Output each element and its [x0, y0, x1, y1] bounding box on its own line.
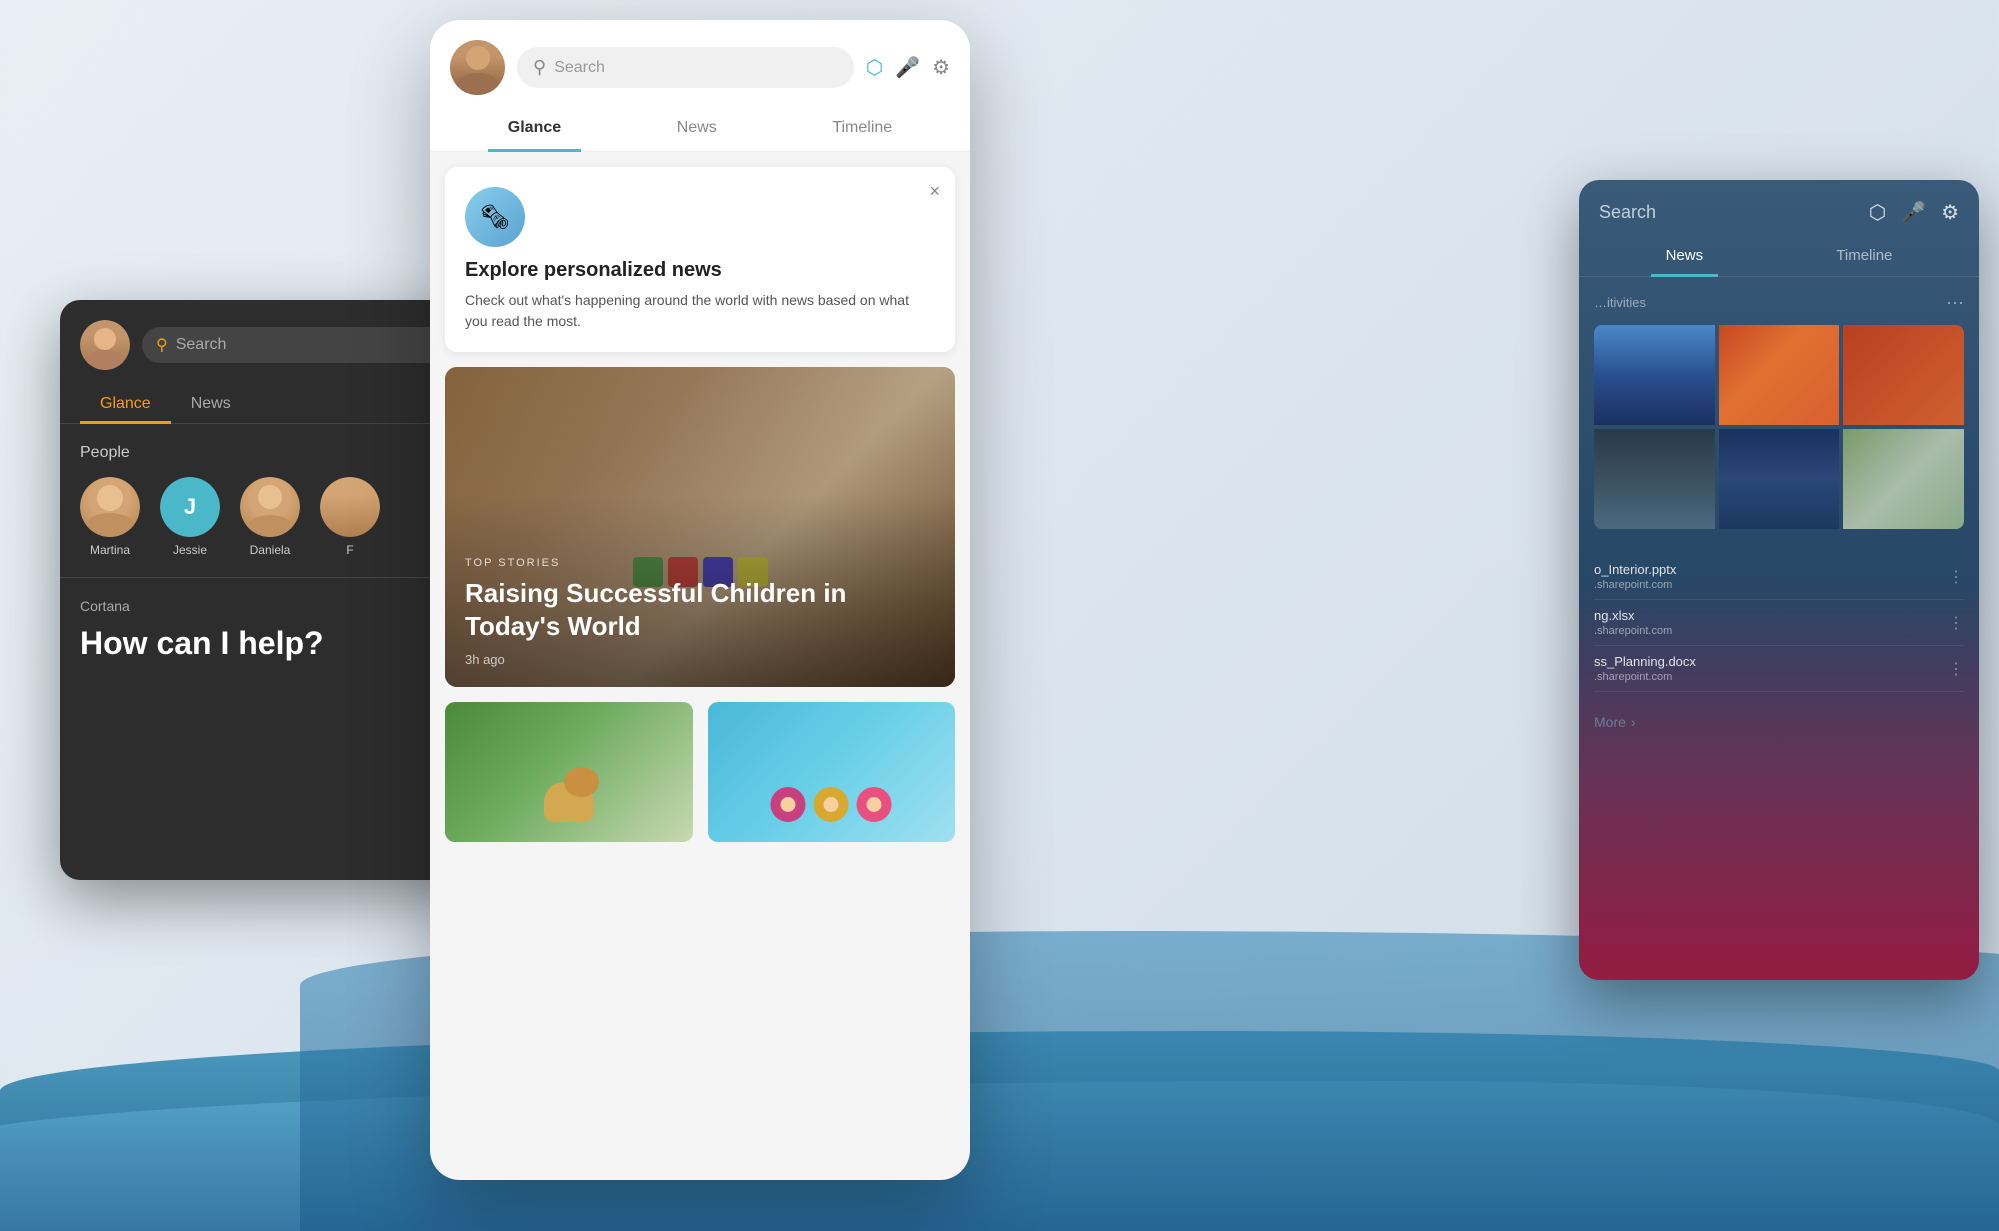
photo-mountains[interactable] [1594, 325, 1715, 425]
photo-autumn[interactable] [1719, 325, 1840, 425]
right-tab-bar: News Timeline [1579, 235, 1979, 277]
thumb-card-donuts[interactable] [708, 702, 956, 842]
tab-news-right[interactable]: News [1651, 235, 1719, 276]
file-options-2[interactable]: ⋮ [1948, 613, 1964, 633]
person-name-daniela: Daniela [250, 543, 291, 557]
list-item: F [320, 477, 380, 557]
voice-icon[interactable]: 🎤 [895, 55, 920, 80]
news-promo-desc: Check out what's happening around the wo… [465, 290, 935, 332]
center-header: ⚲ Search ⬡ 🎤 ⚙ [430, 20, 970, 105]
right-header: Search ⬡ 🎤 ⚙ [1579, 180, 1979, 235]
camera-icon[interactable]: ⬡ [866, 55, 883, 80]
list-item: Daniela [240, 477, 300, 557]
right-header-icons: ⬡ 🎤 ⚙ [1869, 200, 1959, 225]
file-name-2: ng.xlsx [1594, 608, 1948, 623]
settings-icon[interactable]: ⚙ [932, 55, 950, 80]
left-search-bar[interactable]: ⚲ Search [142, 327, 470, 363]
file-source-3: .sharepoint.com [1594, 671, 1948, 683]
cortana-question: How can I help? [80, 624, 470, 662]
file-source-1: .sharepoint.com [1594, 579, 1948, 591]
people-section: People Martina J Jessie Da [60, 424, 490, 577]
voice-icon-right[interactable]: 🎤 [1901, 200, 1926, 225]
camera-icon-right[interactable]: ⬡ [1869, 200, 1886, 225]
person-name-jessie: Jessie [173, 543, 207, 557]
person-name-martina: Martina [90, 543, 130, 557]
center-phone-panel: ⚲ Search ⬡ 🎤 ⚙ Glance News Timeline × 🗞 … [430, 20, 970, 1180]
avatar [80, 320, 130, 370]
more-link[interactable]: More › [1579, 702, 1979, 742]
photo-people[interactable] [1843, 429, 1964, 529]
avatar-martina [80, 477, 140, 537]
thumbnail-row [445, 702, 955, 842]
donut-illustration [771, 787, 892, 822]
top-stories-card[interactable]: TOP STORIES Raising Successful Children … [445, 367, 955, 687]
left-search-text: Search [176, 336, 227, 354]
left-header: ⚲ Search [60, 300, 490, 385]
avatar-jessie: J [160, 477, 220, 537]
file-name-1: o_Interior.pptx [1594, 562, 1948, 577]
right-phone-panel: Search ⬡ 🎤 ⚙ News Timeline …itivities ··… [1579, 180, 1979, 980]
activities-header: …itivities ··· [1594, 292, 1964, 313]
tab-timeline-center[interactable]: Timeline [812, 105, 912, 151]
center-search-bar[interactable]: ⚲ Search [517, 47, 854, 88]
story-time: 3h ago [465, 652, 935, 667]
file-item: ng.xlsx .sharepoint.com ⋮ [1594, 600, 1964, 646]
center-tab-bar: Glance News Timeline [430, 105, 970, 152]
story-title: Raising Successful Children in Today's W… [465, 577, 935, 642]
files-section: o_Interior.pptx .sharepoint.com ⋮ ng.xls… [1579, 544, 1979, 702]
photo-autumn2[interactable] [1843, 325, 1964, 425]
search-icon-center: ⚲ [533, 57, 546, 78]
left-phone-panel: ⚲ Search Glance News People Martina J [60, 300, 490, 880]
file-item: o_Interior.pptx .sharepoint.com ⋮ [1594, 554, 1964, 600]
tab-news-center[interactable]: News [657, 105, 737, 151]
left-tab-bar: Glance News [60, 385, 490, 424]
file-source-2: .sharepoint.com [1594, 625, 1948, 637]
news-promo-card: × 🗞 Explore personalized news Check out … [445, 167, 955, 352]
cortana-section: Cortana How can I help? [60, 577, 490, 682]
people-title: People [80, 444, 470, 462]
file-options-3[interactable]: ⋮ [1948, 659, 1964, 679]
news-promo-icon: 🗞 [465, 187, 525, 247]
story-label: TOP STORIES [465, 557, 935, 569]
activities-title: …itivities [1594, 295, 1646, 310]
thumb-card-dog[interactable] [445, 702, 693, 842]
file-item: ss_Planning.docx .sharepoint.com ⋮ [1594, 646, 1964, 692]
background-waves [0, 981, 1999, 1231]
list-item: J Jessie [160, 477, 220, 557]
tab-news-left[interactable]: News [171, 385, 251, 423]
avatar-daniela [240, 477, 300, 537]
dog-illustration [539, 752, 599, 822]
file-name-3: ss_Planning.docx [1594, 654, 1948, 669]
activities-section: …itivities ··· [1579, 277, 1979, 544]
right-search-text[interactable]: Search [1599, 202, 1656, 223]
more-options-button[interactable]: ··· [1946, 292, 1964, 313]
photo-sleep[interactable] [1594, 429, 1715, 529]
tab-glance-center[interactable]: Glance [488, 105, 581, 151]
cortana-label: Cortana [80, 598, 470, 614]
tab-glance-left[interactable]: Glance [80, 385, 171, 423]
photo-blue[interactable] [1719, 429, 1840, 529]
list-item: Martina [80, 477, 140, 557]
close-button[interactable]: × [929, 182, 940, 200]
news-promo-title: Explore personalized news [465, 259, 935, 282]
avatar-jessie-initial: J [160, 477, 220, 537]
tab-timeline-right[interactable]: Timeline [1821, 235, 1907, 276]
center-search-placeholder: Search [554, 59, 605, 77]
settings-icon-right[interactable]: ⚙ [1941, 200, 1959, 225]
avatar-center [450, 40, 505, 95]
header-icons: ⬡ 🎤 ⚙ [866, 55, 950, 80]
chevron-right-icon: › [1631, 714, 1636, 730]
people-row: Martina J Jessie Daniela [80, 477, 470, 557]
person-name-f: F [346, 543, 353, 557]
search-icon: ⚲ [156, 335, 168, 355]
avatar-f [320, 477, 380, 537]
story-content: TOP STORIES Raising Successful Children … [445, 537, 955, 687]
photo-grid [1594, 325, 1964, 529]
file-options-1[interactable]: ⋮ [1948, 567, 1964, 587]
